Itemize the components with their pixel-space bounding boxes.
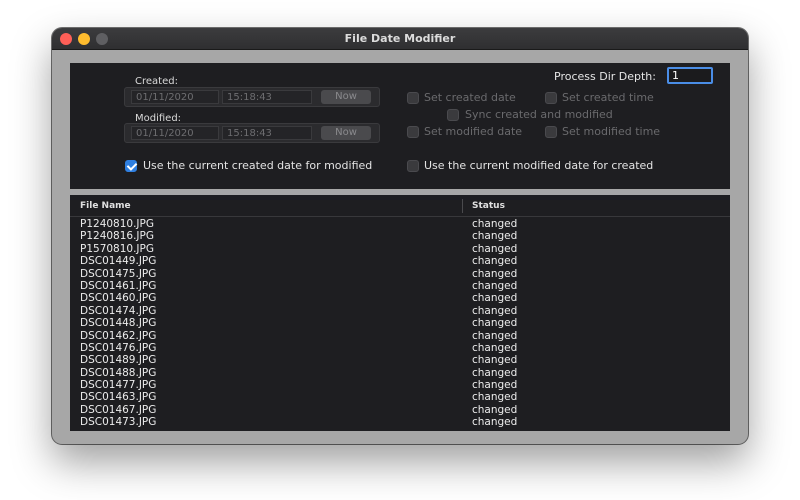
file-name-cell: P1570810.JPG: [80, 242, 154, 255]
table-row[interactable]: P1240816.JPG changed: [70, 230, 730, 242]
status-cell: changed: [472, 354, 518, 367]
use-created-for-modified-label: Use the current created date for modifie…: [143, 159, 373, 172]
file-name-cell: DSC01476.JPG: [80, 341, 157, 354]
modified-date-picker: 01/11/2020 15:18:43 Now: [124, 123, 380, 143]
table-row[interactable]: DSC01463.JPG changed: [70, 391, 730, 403]
file-name-cell: DSC01473.JPG: [80, 416, 157, 429]
status-cell: changed: [472, 317, 518, 330]
status-cell: changed: [472, 292, 518, 305]
file-name-cell: P1240810.JPG: [80, 218, 154, 230]
status-cell: changed: [472, 304, 518, 317]
table-row[interactable]: DSC01462.JPG changed: [70, 330, 730, 342]
status-cell: changed: [472, 403, 518, 416]
status-cell: changed: [472, 218, 518, 230]
table-row[interactable]: DSC01489.JPG changed: [70, 354, 730, 366]
set-created-time-label: Set created time: [562, 91, 654, 104]
file-name-cell: DSC01449.JPG: [80, 255, 157, 268]
table-row[interactable]: DSC01475.JPG changed: [70, 268, 730, 280]
column-header-file-name[interactable]: File Name: [80, 195, 131, 217]
status-cell: changed: [472, 329, 518, 342]
status-cell: changed: [472, 391, 518, 404]
file-name-cell: DSC01460.JPG: [80, 292, 157, 305]
column-header-status[interactable]: Status: [472, 195, 505, 217]
file-name-cell: DSC01461.JPG: [80, 279, 157, 292]
table-row[interactable]: DSC01488.JPG changed: [70, 367, 730, 379]
app-window: File Date Modifier Created: 01/11/2020 1…: [52, 28, 748, 444]
sync-checkbox[interactable]: [447, 109, 459, 121]
depth-label: Process Dir Depth:: [554, 70, 656, 83]
table-row[interactable]: DSC01476.JPG changed: [70, 342, 730, 354]
file-name-cell: DSC01488.JPG: [80, 366, 157, 379]
table-row[interactable]: DSC01461.JPG changed: [70, 280, 730, 292]
modified-time-field[interactable]: 15:18:43: [222, 126, 312, 140]
file-name-cell: DSC01463.JPG: [80, 391, 157, 404]
use-modified-for-created-label: Use the current modified date for create…: [424, 159, 654, 172]
created-now-button[interactable]: Now: [321, 90, 371, 104]
table-row[interactable]: P1570810.JPG changed: [70, 243, 730, 255]
table-row[interactable]: P1240810.JPG changed: [70, 218, 730, 230]
set-created-time-checkbox[interactable]: [545, 92, 557, 104]
status-cell: changed: [472, 416, 518, 429]
status-cell: changed: [472, 379, 518, 392]
table-row[interactable]: DSC01448.JPG changed: [70, 317, 730, 329]
table-body: P1240810.JPG changed P1240816.JPG changed P1…: [70, 218, 730, 429]
created-label: Created:: [135, 76, 178, 87]
table-row[interactable]: DSC01473.JPG changed: [70, 416, 730, 428]
settings-panel: Created: 01/11/2020 15:18:43 Now Modifie…: [70, 63, 730, 189]
status-cell: changed: [472, 267, 518, 280]
sync-label: Sync created and modified: [465, 108, 613, 121]
file-name-cell: DSC01475.JPG: [80, 267, 157, 280]
status-cell: changed: [472, 341, 518, 354]
set-created-date-label: Set created date: [424, 91, 516, 104]
set-modified-date-checkbox[interactable]: [407, 126, 419, 138]
created-date-field[interactable]: 01/11/2020: [131, 90, 219, 104]
window-title: File Date Modifier: [344, 32, 456, 45]
file-name-cell: DSC01448.JPG: [80, 317, 157, 330]
table-row[interactable]: DSC01477.JPG changed: [70, 379, 730, 391]
table-row[interactable]: DSC01449.JPG changed: [70, 255, 730, 267]
title-bar[interactable]: File Date Modifier: [52, 28, 748, 50]
created-time-field[interactable]: 15:18:43: [222, 90, 312, 104]
use-created-for-modified-checkbox[interactable]: [125, 160, 137, 172]
status-cell: changed: [472, 255, 518, 268]
file-name-cell: P1240816.JPG: [80, 230, 154, 243]
file-name-cell: DSC01477.JPG: [80, 379, 157, 392]
table-row[interactable]: DSC01467.JPG changed: [70, 404, 730, 416]
set-modified-date-label: Set modified date: [424, 125, 523, 138]
status-cell: changed: [472, 279, 518, 292]
modified-date-field[interactable]: 01/11/2020: [131, 126, 219, 140]
table-row[interactable]: DSC01474.JPG changed: [70, 305, 730, 317]
set-created-date-checkbox[interactable]: [407, 92, 419, 104]
table-header: File Name Status: [70, 195, 730, 217]
file-name-cell: DSC01474.JPG: [80, 304, 157, 317]
file-name-cell: DSC01467.JPG: [80, 403, 157, 416]
table-row[interactable]: DSC01460.JPG changed: [70, 292, 730, 304]
column-divider[interactable]: [462, 199, 463, 213]
created-date-picker: 01/11/2020 15:18:43 Now: [124, 87, 380, 107]
status-cell: changed: [472, 242, 518, 255]
depth-input[interactable]: 1: [667, 67, 713, 84]
use-modified-for-created-checkbox[interactable]: [407, 160, 419, 172]
file-name-cell: DSC01489.JPG: [80, 354, 157, 367]
modified-now-button[interactable]: Now: [321, 126, 371, 140]
file-name-cell: DSC01462.JPG: [80, 329, 157, 342]
set-modified-time-checkbox[interactable]: [545, 126, 557, 138]
status-cell: changed: [472, 230, 518, 243]
set-modified-time-label: Set modified time: [562, 125, 661, 138]
status-cell: changed: [472, 366, 518, 379]
file-table: File Name Status P1240810.JPG changed P124…: [70, 195, 730, 431]
